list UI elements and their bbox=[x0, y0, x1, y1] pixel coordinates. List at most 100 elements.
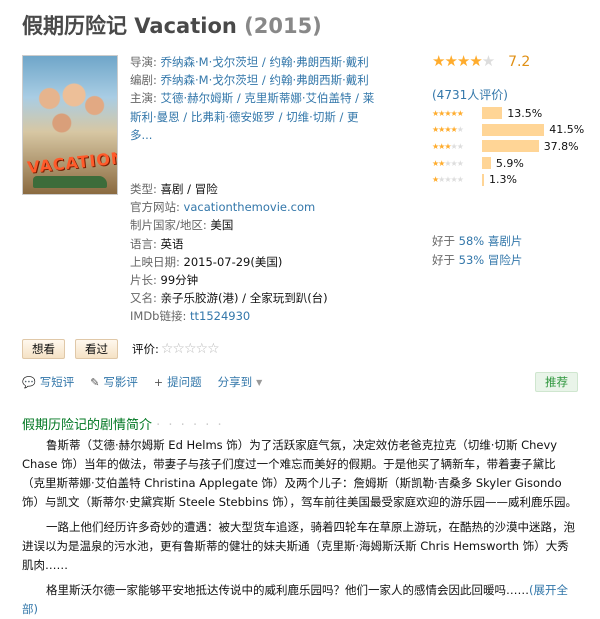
rating-dist-row: ★★★★★ 1.3% bbox=[432, 171, 592, 188]
rate-stars-input[interactable]: ☆☆☆☆☆ bbox=[161, 341, 220, 357]
summary-paragraph-3: 格里斯沃尔德一家能够平安地抵达传说中的威利鹿乐园吗？他们一家人的感情会因此回暖吗… bbox=[22, 581, 578, 619]
cast-label: 主演: bbox=[130, 91, 157, 106]
better-than-comedy: 好于 58% 喜剧片 bbox=[432, 232, 522, 251]
aka-value: 亲子乐胶游(港) / 全家玩到趴(台) bbox=[160, 291, 328, 306]
better-than-comedy-link[interactable]: 58% 喜剧片 bbox=[459, 234, 523, 248]
movie-title: 假期历险记 Vacation bbox=[22, 14, 237, 38]
share-dropdown[interactable]: 分享到 ▼ bbox=[218, 374, 263, 390]
plus-icon: + bbox=[153, 375, 164, 389]
writer-row: 编剧: 乔纳森·M·戈尔茨坦 / 约翰·弗朗西斯·戴利 bbox=[130, 71, 375, 89]
pencil-icon: ✎ bbox=[90, 375, 100, 389]
rating-dist-bar bbox=[482, 157, 491, 170]
better-than-adventure: 好于 53% 冒险片 bbox=[432, 251, 522, 270]
rating-dist-row: ★★★★★ 13.5% bbox=[432, 105, 592, 122]
rating-dist-row: ★★★★★ 5.9% bbox=[432, 155, 592, 172]
rating-panel: ★★★★★ 7.2 (4731人评价) ★★★★★ 13.5% ★★★★★ 41.5%… bbox=[432, 52, 592, 188]
better-than: 好于 58% 喜剧片 好于 53% 冒险片 bbox=[432, 232, 522, 270]
chevron-down-icon: ▼ bbox=[256, 377, 263, 387]
write-review-label: 写影评 bbox=[103, 375, 138, 389]
summary-heading-dots: · · · · · · bbox=[156, 418, 224, 433]
director-row: 导演: 乔纳森·M·戈尔茨坦 / 约翰·弗朗西斯·戴利 bbox=[130, 53, 375, 71]
rating-dist-row: ★★★★★ 37.8% bbox=[432, 138, 592, 155]
imdb-label: IMDb链接: bbox=[130, 309, 187, 324]
runtime-label: 片长: bbox=[130, 273, 157, 288]
ask-question-label: 提问题 bbox=[167, 375, 202, 389]
rating-distribution: ★★★★★ 13.5% ★★★★★ 41.5% ★★★★★ 37.8% ★★★★★ 5.9% ★… bbox=[432, 105, 592, 188]
write-short-review[interactable]: 💬 写短评 bbox=[22, 374, 74, 390]
info-gap bbox=[130, 144, 375, 180]
writer-label: 编剧: bbox=[130, 73, 157, 88]
write-short-review-label: 写短评 bbox=[39, 375, 75, 389]
director-link[interactable]: 乔纳森·M·戈尔茨坦 / 约翰·弗朗西斯·戴利 bbox=[161, 55, 369, 69]
better-than-adventure-link[interactable]: 53% 冒险片 bbox=[459, 253, 523, 267]
country-value: 美国 bbox=[210, 218, 234, 233]
site-row: 官方网站: vacationthemovie.com bbox=[130, 198, 375, 216]
runtime-value: 99分钟 bbox=[160, 273, 199, 288]
rating-dist-percent: 1.3% bbox=[489, 173, 517, 187]
release-label: 上映日期: bbox=[130, 254, 180, 269]
runtime-row: 片长: 99分钟 bbox=[130, 271, 375, 289]
rating-dist-stars-icon: ★★★★★ bbox=[432, 108, 464, 118]
watched-button[interactable]: 看过 bbox=[75, 339, 118, 359]
rating-dist-percent: 41.5% bbox=[549, 123, 585, 137]
aka-label: 又名: bbox=[130, 291, 157, 306]
write-review[interactable]: ✎ 写影评 bbox=[90, 374, 138, 390]
release-row: 上映日期: 2015-07-29(美国) bbox=[130, 253, 375, 271]
cast-links[interactable]: 艾德·赫尔姆斯 / 克里斯蒂娜·艾伯盖特 / 莱斯利·曼恩 / 比弗莉·德安姬罗… bbox=[130, 91, 374, 141]
country-label: 制片国家/地区: bbox=[130, 218, 207, 233]
rating-dist-percent: 13.5% bbox=[507, 106, 543, 120]
movie-info: 导演: 乔纳森·M·戈尔茨坦 / 约翰·弗朗西斯·戴利 编剧: 乔纳森·M·戈尔… bbox=[130, 53, 375, 326]
aka-row: 又名: 亲子乐胶游(港) / 全家玩到趴(台) bbox=[130, 289, 375, 307]
poster-faces bbox=[29, 74, 111, 144]
ask-question[interactable]: + 提问题 bbox=[154, 374, 202, 390]
site-link[interactable]: vacationthemovie.com bbox=[184, 200, 316, 214]
share-label: 分享到 bbox=[217, 375, 253, 389]
rating-dist-percent: 37.8% bbox=[543, 139, 579, 153]
summary-body: 鲁斯蒂（艾德·赫尔姆斯 Ed Helms 饰）为了活跃家庭气氛，决定效仿老爸克拉… bbox=[22, 436, 578, 619]
rating-dist-stars-icon: ★★★★★ bbox=[432, 125, 464, 135]
release-value: 2015-07-29(美国) bbox=[183, 254, 283, 269]
better-than-prefix: 好于 bbox=[432, 253, 455, 267]
comment-icon: 💬 bbox=[22, 375, 36, 389]
imdb-row: IMDb链接: tt1524930 bbox=[130, 307, 375, 325]
language-value: 英语 bbox=[160, 236, 184, 251]
rating-dist-bar bbox=[482, 173, 484, 186]
site-label: 官方网站: bbox=[130, 200, 180, 215]
rating-dist-bar bbox=[482, 140, 539, 153]
country-row: 制片国家/地区: 美国 bbox=[130, 216, 375, 234]
better-than-prefix: 好于 bbox=[432, 234, 455, 248]
action-toolbar: 💬 写短评 ✎ 写影评 + 提问题 分享到 ▼ 推荐 bbox=[22, 372, 578, 392]
summary-heading-text: 假期历险记的剧情简介 bbox=[22, 418, 153, 433]
collect-actions: 想看 看过 评价: ☆☆☆☆☆ bbox=[22, 339, 220, 359]
summary-paragraph-3-text: 格里斯沃尔德一家能够平安地抵达传说中的威利鹿乐园吗？他们一家人的感情会因此回暖吗… bbox=[46, 583, 529, 597]
recommend-button[interactable]: 推荐 bbox=[535, 372, 578, 392]
page-title: 假期历险记 Vacation (2015) bbox=[22, 10, 322, 40]
rating-dist-stars-icon: ★★★★★ bbox=[432, 141, 464, 151]
rating-score: 7.2 bbox=[508, 54, 531, 70]
summary-paragraph-1: 鲁斯蒂（艾德·赫尔姆斯 Ed Helms 饰）为了活跃家庭气氛，决定效仿老爸克拉… bbox=[22, 438, 578, 509]
movie-poster[interactable]: VACATION bbox=[22, 55, 118, 195]
rating-dist-percent: 5.9% bbox=[495, 156, 524, 170]
writer-link[interactable]: 乔纳森·M·戈尔茨坦 / 约翰·弗朗西斯·戴利 bbox=[161, 73, 369, 87]
summary-paragraph-2: 一路上他们经历许多奇妙的遭遇：被大型货车追逐，骑着四轮车在草原上游玩，在酷热的沙… bbox=[22, 520, 575, 572]
poster-car bbox=[33, 176, 107, 188]
genre-value: 喜剧 / 冒险 bbox=[160, 182, 218, 197]
rating-stars-icon: ★★★★★ bbox=[432, 52, 495, 70]
director-label: 导演: bbox=[130, 55, 157, 69]
cast-row: 主演: 艾德·赫尔姆斯 / 克里斯蒂娜·艾伯盖特 / 莱斯利·曼恩 / 比弗莉·… bbox=[130, 89, 375, 144]
rating-dist-stars-icon: ★★★★★ bbox=[432, 175, 464, 185]
poster-title-art: VACATION bbox=[26, 147, 118, 178]
language-label: 语言: bbox=[130, 236, 157, 251]
genre-label: 类型: bbox=[130, 182, 157, 197]
movie-year: (2015) bbox=[244, 14, 322, 38]
rating-dist-bar bbox=[482, 123, 545, 136]
imdb-link[interactable]: tt1524930 bbox=[190, 309, 250, 323]
want-to-watch-button[interactable]: 想看 bbox=[22, 339, 65, 359]
rating-summary: ★★★★★ 7.2 bbox=[432, 52, 592, 70]
summary-heading: 假期历险记的剧情简介 · · · · · · bbox=[22, 414, 224, 433]
rate-label: 评价: bbox=[132, 342, 159, 356]
rating-votes-link[interactable]: (4731人评价) bbox=[432, 86, 592, 103]
rating-dist-row: ★★★★★ 41.5% bbox=[432, 122, 592, 139]
language-row: 语言: 英语 bbox=[130, 235, 375, 253]
rating-dist-stars-icon: ★★★★★ bbox=[432, 158, 464, 168]
